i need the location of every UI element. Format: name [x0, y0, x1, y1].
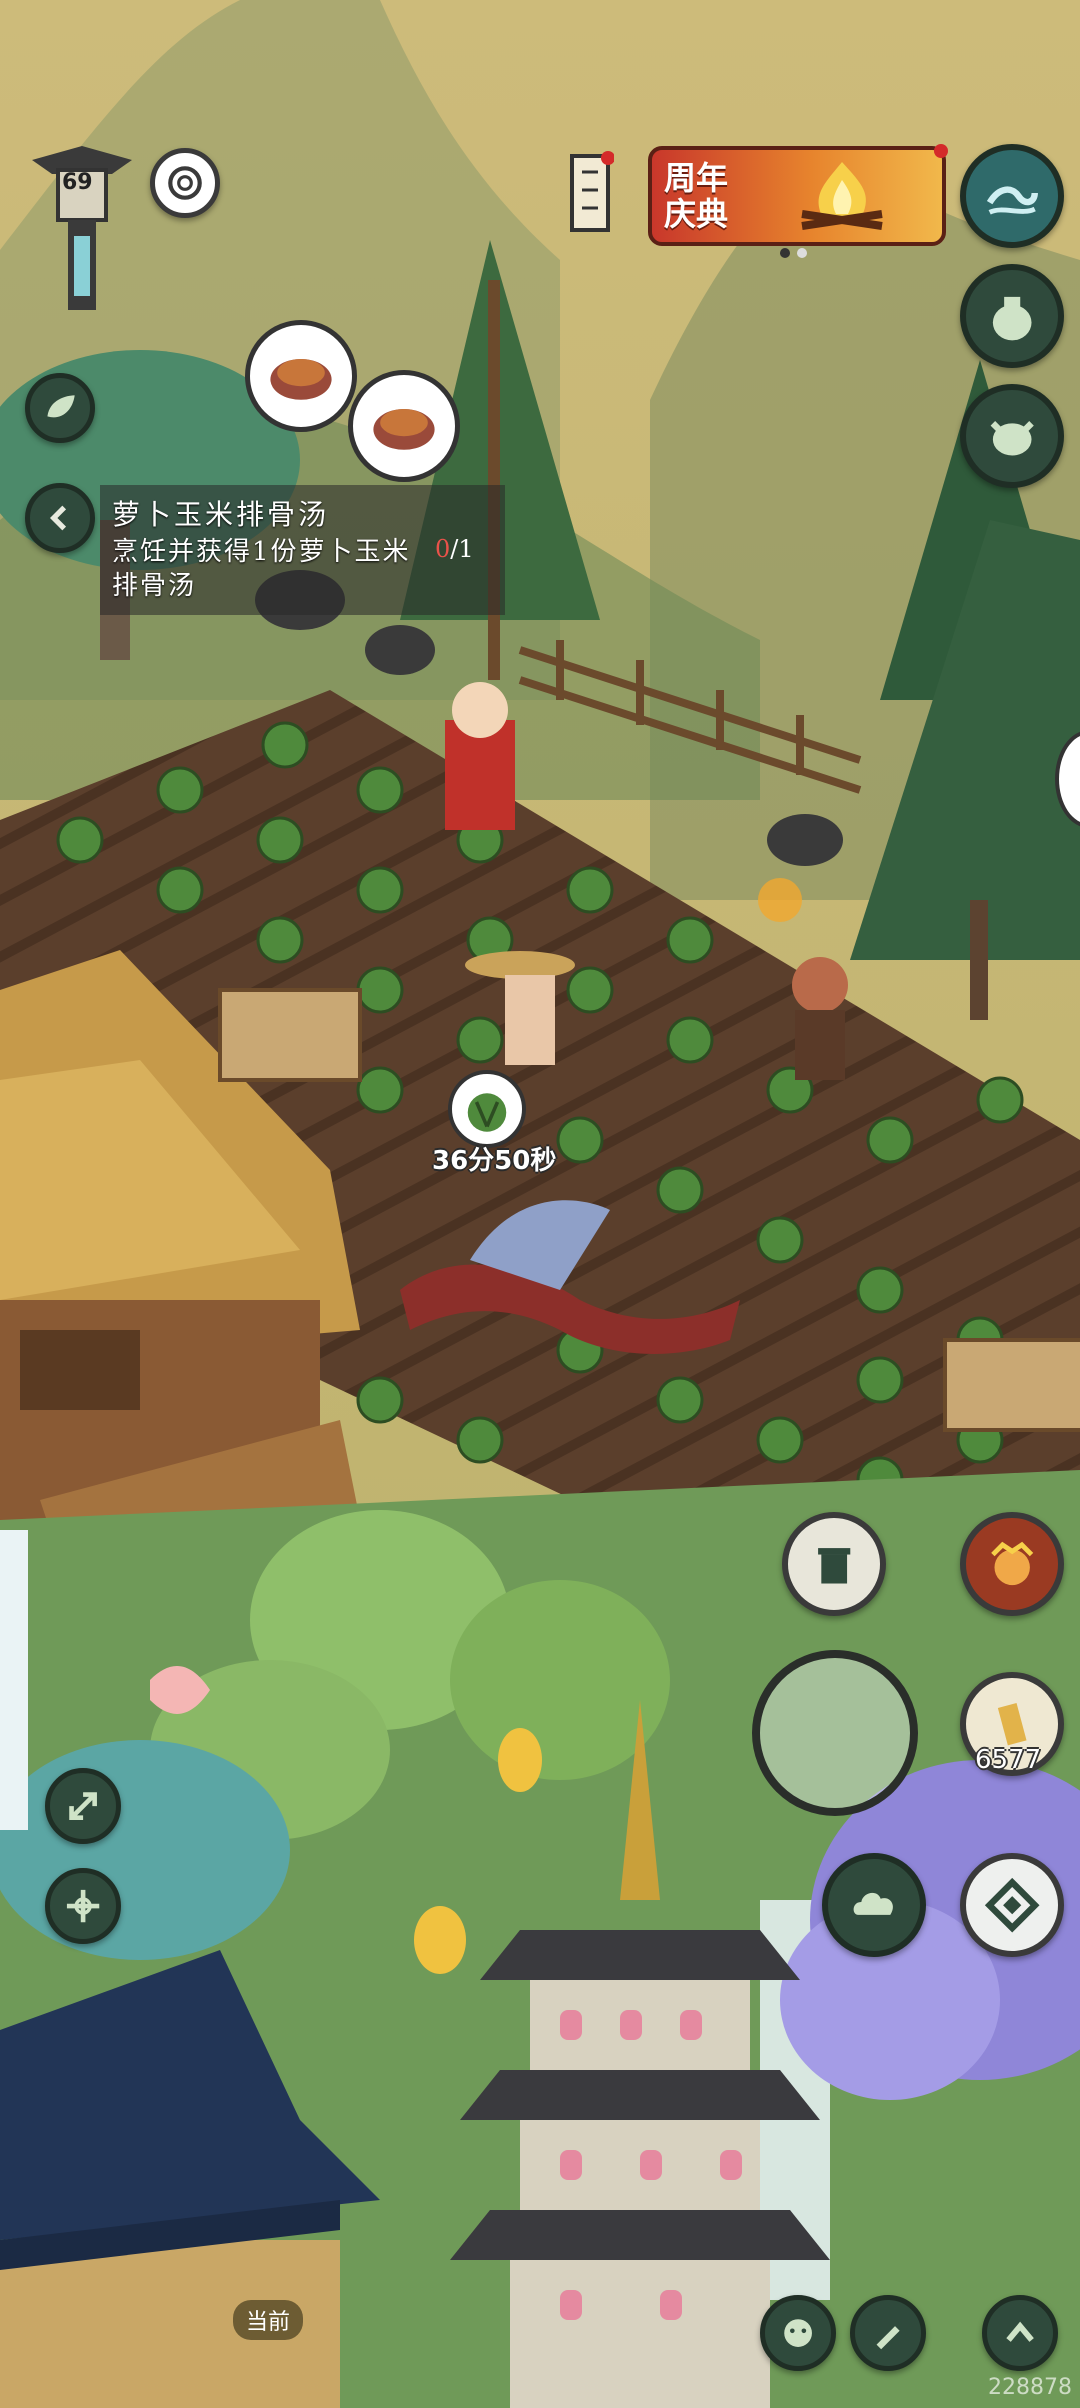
anniversary-event-banner[interactable]: 周年庆典 — [648, 144, 948, 246]
quest-progress: 0/1 — [435, 535, 474, 563]
dish-icon — [373, 409, 435, 450]
quest-description: 烹饪并获得1份萝卜玉米排骨汤 — [112, 537, 411, 601]
cloud-menu-button[interactable] — [822, 1853, 926, 1957]
watermark: 228878 — [988, 2375, 1072, 2400]
action-joystick[interactable] — [752, 1650, 918, 1816]
dish-bubble-2[interactable] — [348, 370, 460, 482]
expand-view-button[interactable] — [45, 1768, 121, 1844]
chevron-left-icon — [49, 505, 67, 531]
spiral-menu-button[interactable] — [150, 148, 220, 218]
spiral-icon — [168, 166, 202, 200]
watermelon-bubble[interactable] — [448, 1070, 526, 1148]
scroll-notice-icon[interactable] — [566, 150, 614, 236]
coin-count: 6577 — [975, 1745, 1042, 1775]
cloud-icon — [853, 1892, 893, 1915]
quest-progress-total: /1 — [450, 535, 474, 563]
quest-progress-current: 0 — [435, 535, 451, 563]
wave-menu-button[interactable] — [960, 144, 1064, 248]
recenter-button[interactable] — [45, 1868, 121, 1944]
crosshair-icon — [66, 1889, 100, 1923]
chat-button[interactable] — [760, 2295, 836, 2371]
level-totem-icon — [32, 146, 132, 310]
quest-title: 萝卜玉米排骨汤 — [112, 498, 330, 531]
banner-page-dot — [797, 248, 807, 258]
creature-menu-button[interactable] — [960, 384, 1064, 488]
leaf-menu-button[interactable] — [25, 373, 95, 443]
crop-timer: 36分50秒 — [432, 1146, 557, 1176]
build-button[interactable] — [850, 2295, 926, 2371]
trash-bin-icon — [817, 1547, 851, 1584]
brush-icon — [876, 2326, 900, 2350]
dish-bubble-1[interactable] — [245, 320, 357, 432]
collapse-quest-button[interactable] — [25, 483, 95, 553]
chat-face-icon — [784, 2319, 812, 2347]
quest-panel[interactable]: 萝卜玉米排骨汤 烹饪并获得1份萝卜玉米排骨汤 0/1 — [100, 485, 505, 615]
diamond-menu-button[interactable] — [960, 1853, 1064, 1957]
warrior-face-icon — [990, 1541, 1034, 1585]
wave-icon — [986, 186, 1038, 215]
banner-notification-dot — [934, 144, 948, 158]
expand-menu-button[interactable] — [982, 2295, 1058, 2371]
trash-button[interactable] — [782, 1512, 886, 1616]
diamond-knot-icon — [984, 1877, 1040, 1933]
bonfire-icon — [801, 162, 883, 230]
warrior-portrait-button[interactable] — [960, 1512, 1064, 1616]
expand-arrows-icon — [69, 1792, 97, 1820]
banner-page-dot-active — [780, 248, 790, 258]
leaf-icon — [47, 395, 75, 418]
event-banner-title: 周年庆典 — [664, 159, 729, 233]
creature-icon — [990, 420, 1034, 456]
farm-scene-background — [0, 0, 1080, 2408]
pouch-icon — [992, 296, 1032, 341]
watermelon-icon — [467, 1093, 507, 1132]
player-level: 69 — [62, 170, 93, 195]
dish-icon — [270, 359, 332, 400]
bag-menu-button[interactable] — [960, 264, 1064, 368]
chevron-up-icon — [1006, 2321, 1034, 2342]
current-location-label: 当前 — [233, 2300, 303, 2340]
